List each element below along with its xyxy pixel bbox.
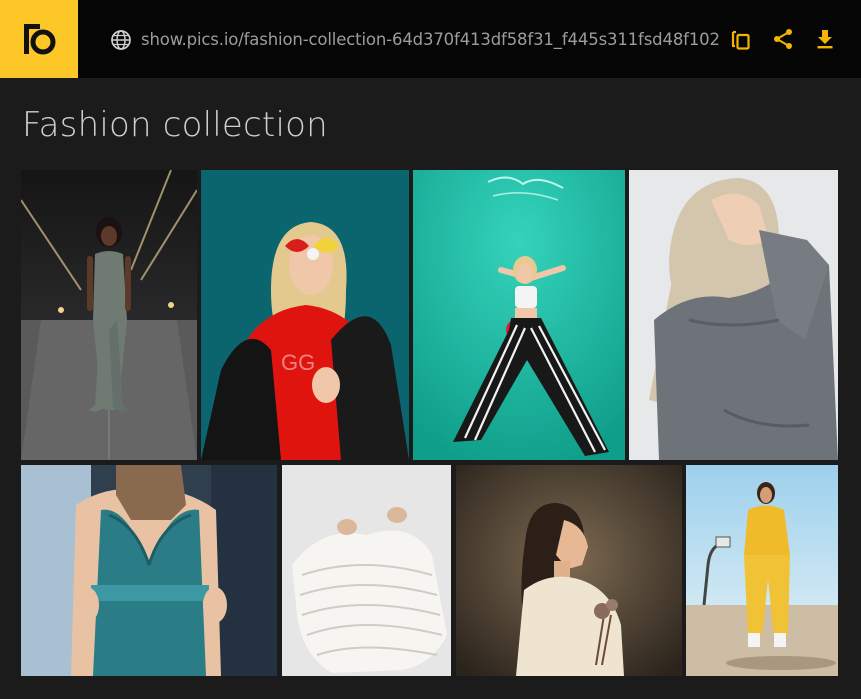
photo-profile-dried-flowers[interactable] [456,465,682,676]
photo-image [413,170,625,460]
share-button[interactable] [771,27,795,51]
share-icon [774,29,792,49]
download-icon [817,30,833,49]
copy-link-button[interactable] [729,27,753,51]
download-button[interactable] [813,27,837,51]
photo-grey-shirt-covering-face[interactable] [629,170,838,460]
pics-io-logo-icon [24,24,56,55]
photo-image [629,170,838,460]
photo-image [21,465,277,676]
copy-link-icon [731,30,750,50]
photo-image [686,465,838,676]
photo-grey-jumpsuit-night-street[interactable] [21,170,197,460]
shared-collection-page: show.pics.io/fashion-collection-64d370f4… [0,0,861,699]
photo-red-sunglasses-teal[interactable]: GG [201,170,409,460]
share-url[interactable]: show.pics.io/fashion-collection-64d370f4… [141,30,720,50]
photo-image: GG [201,170,409,460]
top-bar: show.pics.io/fashion-collection-64d370f4… [0,0,861,78]
photo-striped-pants-green-wall[interactable] [413,170,625,460]
svg-text:GG: GG [281,350,315,375]
photo-image [282,465,451,676]
photo-image [21,170,197,460]
logo-tile[interactable] [0,0,78,78]
globe-icon [111,30,131,50]
photo-teal-satin-jumpsuit[interactable] [21,465,277,676]
collection-title: Fashion collection [22,105,328,145]
photo-image [456,465,682,676]
photo-yellow-tracksuit-court[interactable] [686,465,838,676]
photo-white-knit-sweater[interactable] [282,465,451,676]
